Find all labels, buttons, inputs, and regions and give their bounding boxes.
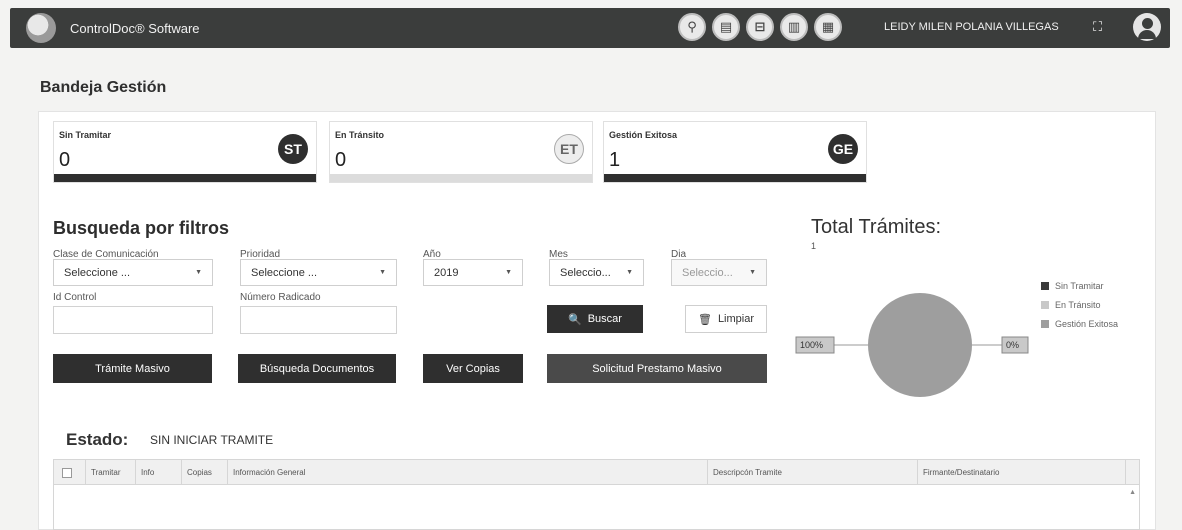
svg-text:0%: 0% xyxy=(1006,340,1019,350)
select-all-checkbox[interactable] xyxy=(62,467,72,478)
legend-item[interactable]: En Tránsito xyxy=(1041,295,1118,314)
tray-icon[interactable]: ▥ xyxy=(780,13,808,41)
card-badge: ET xyxy=(554,134,584,164)
radicado-label: Número Radicado xyxy=(240,292,321,303)
card-sin-tramitar[interactable]: Sin Tramitar 0 ST xyxy=(53,121,317,183)
card-label: En Tránsito xyxy=(335,130,385,140)
chevron-down-icon: ▼ xyxy=(505,269,512,276)
buscar-button[interactable]: 🔍 Buscar xyxy=(547,305,643,333)
busqueda-documentos-button[interactable]: Búsqueda Documentos xyxy=(238,354,396,383)
filters-title: Busqueda por filtros xyxy=(53,218,230,238)
top-navbar: ControlDoc® Software ⚲ ▤ ⊟ ▥ ▦ LEIDY MIL… xyxy=(10,8,1170,48)
user-avatar-icon[interactable] xyxy=(1133,13,1161,41)
card-badge: ST xyxy=(278,134,308,164)
document-icon[interactable]: ▦ xyxy=(814,13,842,41)
chevron-down-icon: ▼ xyxy=(626,269,633,276)
page-title: Bandeja Gestión xyxy=(40,79,167,96)
mes-select-value: Seleccio... xyxy=(560,266,611,279)
ver-copias-button[interactable]: Ver Copias xyxy=(423,354,523,383)
legend-swatch xyxy=(1041,319,1049,328)
estado-value: SIN INICIAR TRAMITE xyxy=(150,433,274,447)
buscar-label: Buscar xyxy=(587,313,622,325)
id-control-label: Id Control xyxy=(53,292,97,303)
anio-select-value: 2019 xyxy=(434,266,459,279)
dia-select[interactable]: Seleccio... ▼ xyxy=(671,259,767,286)
chart-title: Total Trámites: xyxy=(811,216,942,238)
pie-chart: 100% 0% xyxy=(795,293,1029,397)
search-icon[interactable]: ⚲ xyxy=(678,13,706,41)
dia-select-value: Seleccio... xyxy=(682,266,733,279)
card-value: 1 xyxy=(609,149,621,171)
radicado-input[interactable] xyxy=(240,306,397,334)
chart-total: 1 xyxy=(811,241,817,251)
tramite-masivo-button[interactable]: Trámite Masivo xyxy=(53,354,212,383)
col-tramitar[interactable]: Tramitar xyxy=(86,460,136,485)
card-bar xyxy=(330,174,592,182)
card-gestion-exitosa[interactable]: Gestión Exitosa 1 GE xyxy=(603,121,867,183)
solicitud-prestamo-button[interactable]: Solicitud Prestamo Masivo xyxy=(547,354,767,383)
limpiar-button[interactable]: 🗑 Limpiar xyxy=(685,305,767,333)
user-name[interactable]: LEIDY MILEN POLANIA VILLEGAS xyxy=(884,21,1059,33)
col-info[interactable]: Info xyxy=(136,460,182,485)
mes-select[interactable]: Seleccio... ▼ xyxy=(549,259,644,286)
prioridad-select[interactable]: Seleccione ... ▼ xyxy=(240,259,397,286)
clase-select-value: Seleccione ... xyxy=(64,266,131,279)
card-bar xyxy=(54,174,316,182)
results-table: Tramitar Info Copias Información General… xyxy=(53,459,1140,530)
chart-legend: Sin Tramitar En Tránsito Gestión Exitosa xyxy=(1041,276,1118,333)
legend-label: Gestión Exitosa xyxy=(1055,318,1119,329)
card-badge: GE xyxy=(828,134,858,164)
avatar-head xyxy=(1141,18,1153,29)
legend-item[interactable]: Sin Tramitar xyxy=(1041,276,1118,295)
legend-swatch xyxy=(1041,300,1049,309)
limpiar-label: Limpiar xyxy=(717,313,755,325)
clase-select[interactable]: Seleccione ... ▼ xyxy=(53,259,213,286)
chevron-down-icon: ▼ xyxy=(195,269,202,276)
chevron-down-icon: ▼ xyxy=(379,269,386,276)
card-bar xyxy=(604,174,866,182)
data-label: 0% xyxy=(1001,336,1029,354)
card-label: Sin Tramitar xyxy=(59,130,112,140)
svg-text:100%: 100% xyxy=(800,340,823,350)
card-label: Gestión Exitosa xyxy=(609,130,678,140)
col-firmante[interactable]: Firmante/Destinatario xyxy=(918,460,1126,485)
trash-icon: 🗑 xyxy=(697,313,712,326)
app-logo[interactable] xyxy=(26,13,56,43)
document-search-icon[interactable]: ▤ xyxy=(712,13,740,41)
chevron-down-icon: ▼ xyxy=(749,269,756,276)
table-header: Tramitar Info Copias Información General… xyxy=(54,460,1139,485)
inbox-icon[interactable]: ⊟ xyxy=(746,13,774,41)
fullscreen-icon[interactable]: ⛶ xyxy=(1093,19,1102,35)
estado-label: Estado: xyxy=(66,430,129,449)
legend-item[interactable]: Gestión Exitosa xyxy=(1041,314,1118,333)
col-descripcion-tramite[interactable]: Descripcón Tramite xyxy=(708,460,918,485)
search-icon: 🔍 xyxy=(568,313,582,326)
toolbar-icons: ⚲ ▤ ⊟ ▥ ▦ xyxy=(678,13,842,41)
card-en-transito[interactable]: En Tránsito 0 ET xyxy=(329,121,593,183)
prioridad-select-value: Seleccione ... xyxy=(251,266,318,279)
col-informacion-general[interactable]: Información General xyxy=(228,460,708,485)
card-value: 0 xyxy=(335,149,347,171)
id-control-input[interactable] xyxy=(53,306,213,334)
app-title: ControlDoc® Software xyxy=(70,20,200,36)
select-all-cell xyxy=(54,460,86,485)
legend-label: Sin Tramitar xyxy=(1055,280,1104,291)
legend-swatch xyxy=(1041,281,1049,290)
scroll-up-icon[interactable]: ▲ xyxy=(1129,489,1136,496)
card-value: 0 xyxy=(59,149,71,171)
avatar-body xyxy=(1138,30,1156,39)
col-copias[interactable]: Copias xyxy=(182,460,228,485)
legend-label: En Tránsito xyxy=(1055,299,1101,310)
data-label: 100% xyxy=(795,336,835,354)
pie-slice[interactable] xyxy=(868,293,972,397)
anio-select[interactable]: 2019 ▼ xyxy=(423,259,523,286)
